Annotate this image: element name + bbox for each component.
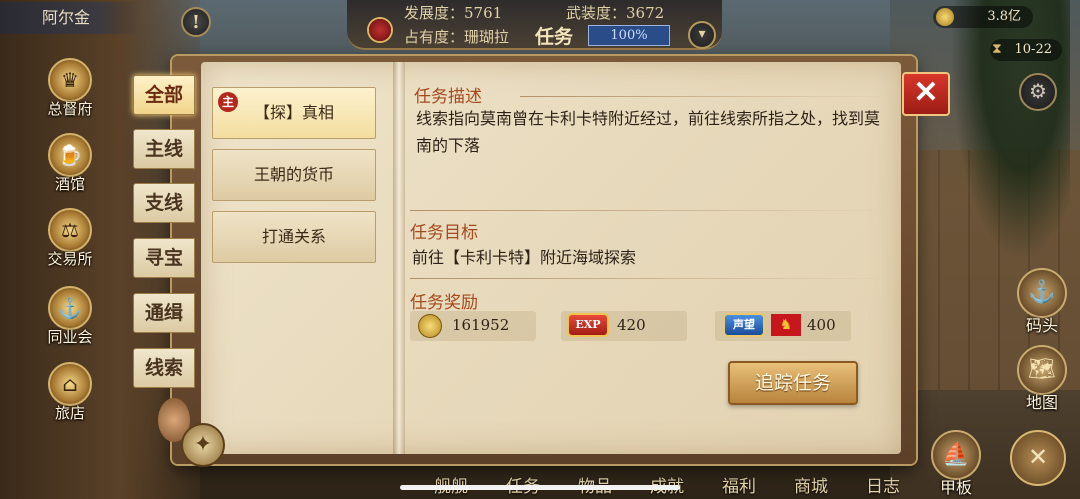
flag-icon: ♞	[771, 314, 801, 336]
hourglass-icon: ⧗	[992, 41, 1002, 57]
gold-coin-icon	[936, 8, 954, 26]
nav-exchange-label: 交易所	[47, 250, 93, 268]
armament-stat: 武装度：3672	[566, 4, 665, 22]
alert-icon[interactable]: !	[181, 7, 211, 37]
dock-icon: ⚓	[1017, 268, 1067, 318]
tab-treasure[interactable]: 寻宝	[133, 238, 195, 278]
screen-title: 任务	[535, 26, 574, 48]
nav-dock[interactable]: ⚓ 码头	[1014, 268, 1070, 336]
main-quest-badge: 主	[218, 92, 238, 112]
development-stat: 发展度：5761	[404, 4, 503, 22]
tavern-icon: 🍺	[48, 133, 92, 177]
nav-tavern-label: 酒馆	[54, 175, 85, 193]
nav-governor[interactable]: ♛ 总督府	[40, 58, 100, 119]
gear-icon[interactable]: ⚙	[1019, 73, 1057, 111]
track-task-button[interactable]: 追踪任务	[728, 361, 858, 405]
nav-map[interactable]: 🗺 地图	[1014, 345, 1070, 413]
reward-gold-value: 161952	[452, 316, 510, 334]
divider	[410, 210, 890, 211]
goal-text: 前往【卡利卡特】附近海域探索	[412, 248, 637, 267]
fame-icon: 声望	[723, 313, 765, 337]
tab-wanted[interactable]: 通缉	[133, 293, 195, 333]
nav-guild[interactable]: ⚓ 同业会	[40, 286, 100, 347]
task-item-currency[interactable]: 王朝的货币	[212, 149, 376, 201]
nav-tavern[interactable]: 🍺 酒馆	[40, 133, 100, 194]
occupancy-progress: 100%	[588, 25, 670, 46]
nav-map-label: 地图	[1025, 393, 1058, 412]
compass-icon: ✦	[181, 423, 225, 467]
description-text: 线索指向莫南曾在卡利卡特附近经过，前往线索所指之处，找到莫南的下落	[416, 109, 881, 155]
nav-inn[interactable]: ⌂ 旅店	[40, 362, 100, 423]
tab-all[interactable]: 全部	[133, 75, 195, 115]
divider	[520, 96, 890, 97]
occupancy-stat: 占有度：珊瑚拉	[404, 28, 510, 46]
nation-crest-icon	[367, 17, 393, 43]
tab-main[interactable]: 主线	[133, 129, 195, 169]
bottom-nav-shop[interactable]: 商城	[794, 472, 828, 497]
nav-inn-label: 旅店	[54, 404, 85, 422]
nav-guild-label: 同业会	[47, 328, 93, 346]
task-item-relations[interactable]: 打通关系	[212, 211, 376, 263]
player-name[interactable]: 阿尔金	[0, 2, 140, 34]
exp-icon: EXP	[567, 313, 609, 337]
task-item-truth[interactable]: 【探】真相	[212, 87, 376, 139]
home-indicator[interactable]	[400, 485, 680, 490]
chevron-down-icon[interactable]: ▾	[688, 21, 716, 49]
crossed-swords-icon[interactable]: ✕	[1010, 430, 1066, 486]
map-icon: 🗺	[1017, 345, 1067, 395]
book-spine	[393, 62, 405, 454]
divider	[410, 278, 890, 279]
goal-title: 任务目标	[410, 223, 478, 243]
reward-title: 任务奖励	[410, 293, 478, 313]
nav-dock-label: 码头	[1025, 316, 1058, 335]
nav-exchange[interactable]: ⚖ 交易所	[40, 208, 100, 269]
tab-clue[interactable]: 线索	[133, 348, 195, 388]
crown-icon: ♛	[48, 58, 92, 102]
tab-side[interactable]: 支线	[133, 183, 195, 223]
nav-governor-label: 总督府	[47, 100, 93, 118]
close-icon[interactable]: ✕	[902, 72, 950, 116]
bottom-nav-welfare[interactable]: 福利	[722, 472, 756, 497]
scales-icon: ⚖	[48, 208, 92, 252]
gold-coin-icon	[418, 314, 442, 338]
bottom-nav-log[interactable]: 日志	[866, 472, 900, 497]
anchor-icon: ⚓	[48, 286, 92, 330]
bottom-nav: 舰舰 任务 物品 成就 福利 商城 日志	[420, 468, 1000, 499]
reward-exp-value: 420	[617, 316, 646, 334]
bed-icon: ⌂	[48, 362, 92, 406]
reward-fame-value: 400	[807, 316, 836, 334]
description-title: 任务描述	[414, 87, 482, 107]
